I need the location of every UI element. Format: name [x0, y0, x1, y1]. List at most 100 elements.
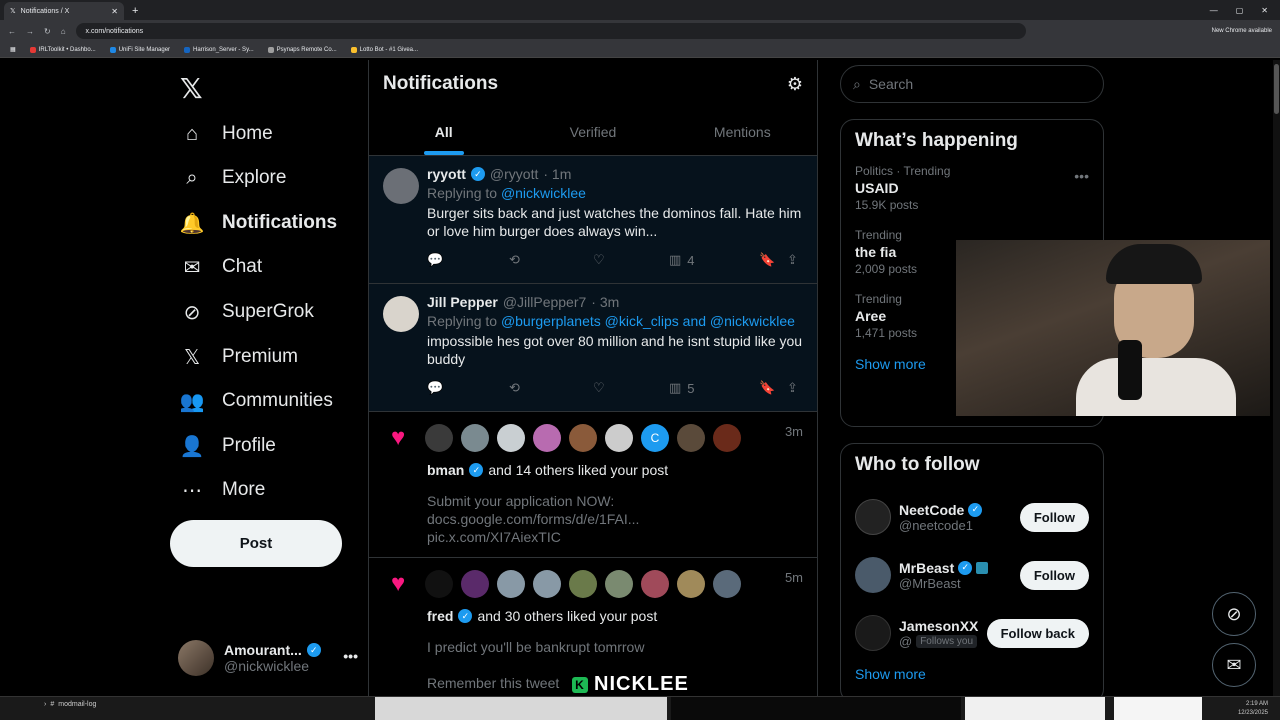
taskbar-thumbnail[interactable] — [1114, 697, 1202, 720]
avatar[interactable] — [713, 570, 741, 598]
taskbar-thumbnail[interactable] — [671, 697, 961, 720]
follow-button[interactable]: Follow — [1019, 560, 1089, 590]
avatar[interactable] — [533, 570, 561, 598]
nav-premium[interactable]: 𝕏 Premium — [180, 342, 298, 372]
back-icon[interactable]: ← — [8, 27, 16, 36]
avatar[interactable] — [497, 570, 525, 598]
like-icon[interactable]: ♡ — [593, 380, 669, 396]
avatar[interactable] — [497, 424, 525, 452]
gear-icon[interactable]: ⚙ — [787, 74, 803, 95]
avatar[interactable] — [641, 570, 669, 598]
avatar[interactable] — [713, 424, 741, 452]
mention-link[interactable]: @burgerplanets @kick_clips and @nickwick… — [501, 313, 795, 329]
nav-explore[interactable]: ⌕ Explore — [180, 163, 286, 193]
like-notification[interactable]: ♥ C 3m bman ✓ and 14 others liked your pos… — [369, 412, 817, 558]
tab-verified[interactable]: Verified — [518, 108, 667, 155]
avatar[interactable] — [855, 557, 891, 593]
maximize-icon[interactable]: ▢ — [1236, 6, 1244, 15]
bookmark[interactable]: UniFi Site Manager — [109, 46, 170, 53]
taskbar-thumbnail[interactable] — [375, 697, 667, 720]
nav-more[interactable]: ⋯ More — [180, 475, 265, 505]
views-stat[interactable]: ▥ 5 — [669, 380, 759, 396]
bookmark[interactable]: Harrison_Server - Sy... — [184, 46, 254, 53]
scrollbar-thumb[interactable] — [1274, 64, 1279, 114]
bookmark-icon[interactable]: 🔖 — [759, 380, 787, 396]
update-notice[interactable]: New Chrome available — [1212, 28, 1272, 34]
bookmark[interactable]: Lotto Bot - #1 Givea... — [350, 46, 418, 53]
avatar[interactable] — [855, 499, 891, 535]
messages-fab-button[interactable]: ✉ — [1212, 643, 1256, 687]
show-more-link[interactable]: Show more — [855, 666, 1089, 682]
avatar[interactable] — [425, 570, 453, 598]
nav-chat[interactable]: ✉ Chat — [180, 252, 263, 282]
views-stat[interactable]: ▥ 4 — [669, 252, 759, 268]
avatar[interactable] — [533, 424, 561, 452]
avatar[interactable] — [605, 424, 633, 452]
follow-suggestion[interactable]: JamesonXX @ Follows you Follow back — [855, 604, 1089, 662]
avatar[interactable] — [569, 570, 597, 598]
more-dots-icon[interactable]: ••• — [1074, 168, 1089, 184]
search-input[interactable]: ⌕ Search — [840, 65, 1104, 103]
forward-icon[interactable]: → — [26, 27, 34, 36]
nav-label: Chat — [222, 256, 263, 277]
reply-notification[interactable]: Jill Pepper @JillPepper7 · 3m ⊘••• Reply… — [369, 284, 817, 412]
reply-icon[interactable]: 💬 — [427, 252, 509, 268]
avatar[interactable] — [425, 424, 453, 452]
avatar[interactable] — [677, 570, 705, 598]
author-name[interactable]: Jill Pepper — [427, 294, 498, 310]
avatar[interactable] — [461, 424, 489, 452]
new-tab-icon[interactable]: + — [132, 5, 138, 17]
minimize-icon[interactable]: — — [1210, 6, 1218, 15]
avatar[interactable] — [569, 424, 597, 452]
reply-icon[interactable]: 💬 — [427, 380, 509, 396]
scrollbar[interactable] — [1273, 60, 1280, 696]
repost-icon[interactable]: ⟲ — [509, 252, 593, 268]
trend-item[interactable]: Politics · Trending USAID 15.9K posts ••… — [855, 164, 1089, 212]
close-tab-icon[interactable]: ✕ — [111, 7, 118, 16]
nav-notifications[interactable]: 🔔 Notifications — [180, 208, 338, 238]
bookmark-icon[interactable]: 🔖 — [759, 252, 787, 268]
share-icon[interactable]: ⇪ — [787, 252, 798, 268]
follow-suggestion[interactable]: NeetCode ✓ @neetcode1 Follow — [855, 488, 1089, 546]
avatar[interactable] — [383, 296, 419, 332]
reply-notification[interactable]: ryyott ✓ @ryyott · 1m ⊘••• Replying to @… — [369, 156, 817, 284]
tab-all[interactable]: All — [369, 108, 518, 155]
liker-name[interactable]: bman — [427, 462, 464, 478]
liker-name[interactable]: fred — [427, 608, 453, 624]
avatar[interactable] — [461, 570, 489, 598]
tab-mentions[interactable]: Mentions — [668, 108, 817, 155]
like-icon[interactable]: ♡ — [593, 252, 669, 268]
grok-fab-button[interactable]: ⊘ — [1212, 592, 1256, 636]
follow-button[interactable]: Follow — [1019, 502, 1089, 532]
account-switcher[interactable]: Amourant... ✓ @nickwicklee ••• — [178, 636, 358, 680]
taskbar-item[interactable]: › # modmail-log — [44, 701, 96, 708]
close-window-icon[interactable]: ✕ — [1261, 6, 1268, 15]
repost-icon[interactable]: ⟲ — [509, 380, 593, 396]
nav-home[interactable]: ⌂ Home — [180, 119, 273, 149]
x-logo-icon[interactable]: 𝕏 — [180, 72, 203, 105]
home-icon[interactable]: ⌂ — [61, 27, 66, 36]
system-clock[interactable]: 2:19 AM 12/23/2025 — [1238, 700, 1268, 718]
bookmark[interactable]: IRLToolkit • Dashbo... — [29, 46, 96, 53]
share-icon[interactable]: ⇪ — [787, 380, 798, 396]
follow-suggestion[interactable]: MrBeast ✓ @MrBeast Follow — [855, 546, 1089, 604]
nav-supergrok[interactable]: ⊘ SuperGrok — [180, 297, 314, 327]
browser-tab[interactable]: 𝕏 Notifications / X ✕ — [4, 2, 124, 20]
avatar[interactable]: C — [641, 424, 669, 452]
mention-link[interactable]: @nickwicklee — [501, 185, 586, 201]
avatar[interactable] — [855, 615, 891, 651]
nav-communities[interactable]: 👥 Communities — [180, 386, 333, 416]
author-name[interactable]: ryyott — [427, 166, 466, 182]
more-dots-icon[interactable]: ••• — [343, 648, 358, 664]
post-button[interactable]: Post — [170, 520, 342, 567]
nav-profile[interactable]: 👤 Profile — [180, 431, 276, 461]
reload-icon[interactable]: ↻ — [44, 27, 51, 36]
follow-back-button[interactable]: Follow back — [986, 618, 1089, 648]
bookmark[interactable]: Psynaps Remote Co... — [267, 46, 337, 53]
avatar[interactable] — [605, 570, 633, 598]
apps-icon[interactable]: ▦ — [10, 46, 16, 53]
taskbar-thumbnail[interactable] — [965, 697, 1105, 720]
avatar[interactable] — [383, 168, 419, 204]
avatar[interactable] — [677, 424, 705, 452]
url-field[interactable]: x.com/notifications — [75, 23, 1026, 39]
